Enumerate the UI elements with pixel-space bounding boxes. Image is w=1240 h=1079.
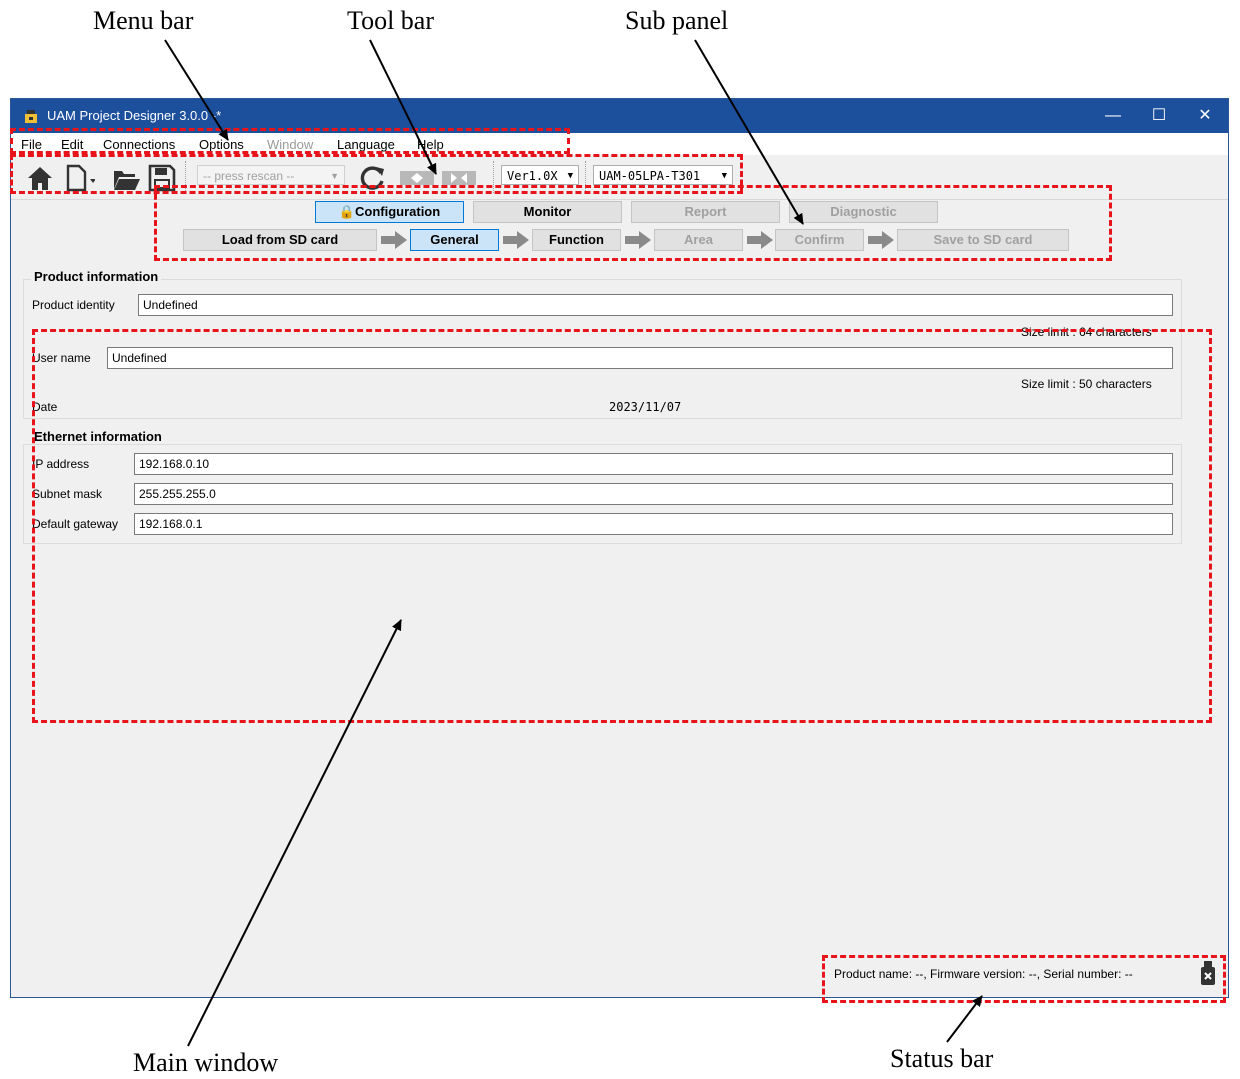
annotation-arrows — [164, 39, 983, 1047]
tool-bar-pointer — [369, 39, 437, 175]
menu-bar-pointer — [164, 39, 229, 141]
status-bar-pointer — [946, 995, 983, 1043]
sub-panel-pointer — [694, 39, 804, 225]
main-window-pointer — [187, 619, 402, 1047]
